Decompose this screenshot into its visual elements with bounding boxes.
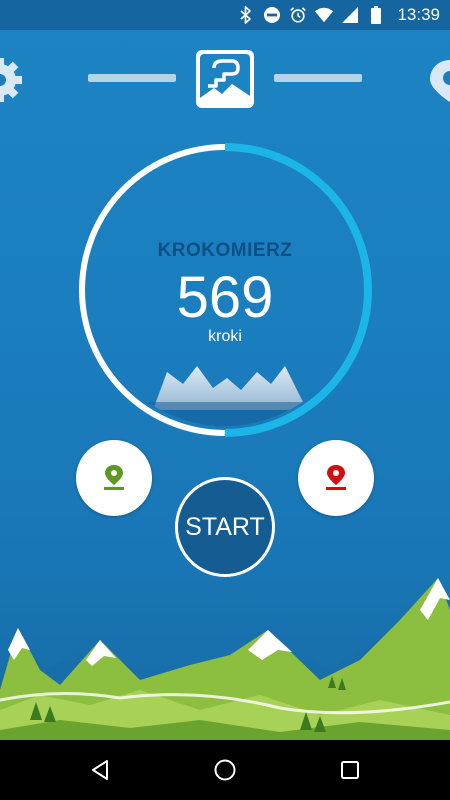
- start-button[interactable]: START: [175, 477, 275, 577]
- gear-icon: [0, 58, 22, 102]
- status-icons: 13:39: [237, 0, 440, 30]
- app-screen: 13:39 KROKOMIERZ 569 kroki START: [0, 0, 450, 800]
- settings-button[interactable]: [0, 55, 26, 105]
- location-pin-icon: [430, 60, 450, 102]
- cellular-signal-icon: [341, 6, 359, 24]
- status-bar: 13:39: [0, 0, 450, 30]
- gauge-mountains: [89, 366, 361, 426]
- location-button[interactable]: [430, 58, 450, 102]
- battery-icon: [367, 6, 385, 24]
- step-counter-logo: [194, 48, 256, 110]
- end-location-button[interactable]: [298, 440, 374, 516]
- recents-square-icon: [341, 761, 359, 779]
- green-location-pin-icon: [104, 465, 124, 490]
- do-not-disturb-icon: [263, 6, 281, 24]
- nav-recents-button[interactable]: [330, 750, 370, 790]
- nav-home-button[interactable]: [205, 750, 245, 790]
- mountain-landscape: [0, 578, 450, 740]
- start-location-button[interactable]: [76, 440, 152, 516]
- back-triangle-icon: [92, 760, 108, 780]
- step-count: 569: [176, 265, 274, 330]
- system-nav-bar: [0, 740, 450, 800]
- header-divider-left: [88, 74, 176, 82]
- step-unit: kroki: [208, 328, 242, 345]
- nav-back-button[interactable]: [80, 750, 120, 790]
- home-circle-icon: [214, 759, 236, 781]
- alarm-icon: [289, 6, 307, 24]
- red-location-pin-icon: [326, 465, 346, 490]
- status-time: 13:39: [397, 5, 440, 24]
- step-counter-logo-icon: [196, 50, 254, 108]
- gauge-title: KROKOMIERZ: [157, 240, 293, 261]
- wifi-icon: [315, 6, 334, 24]
- bluetooth-icon: [237, 6, 255, 24]
- header-divider-right: [274, 74, 362, 82]
